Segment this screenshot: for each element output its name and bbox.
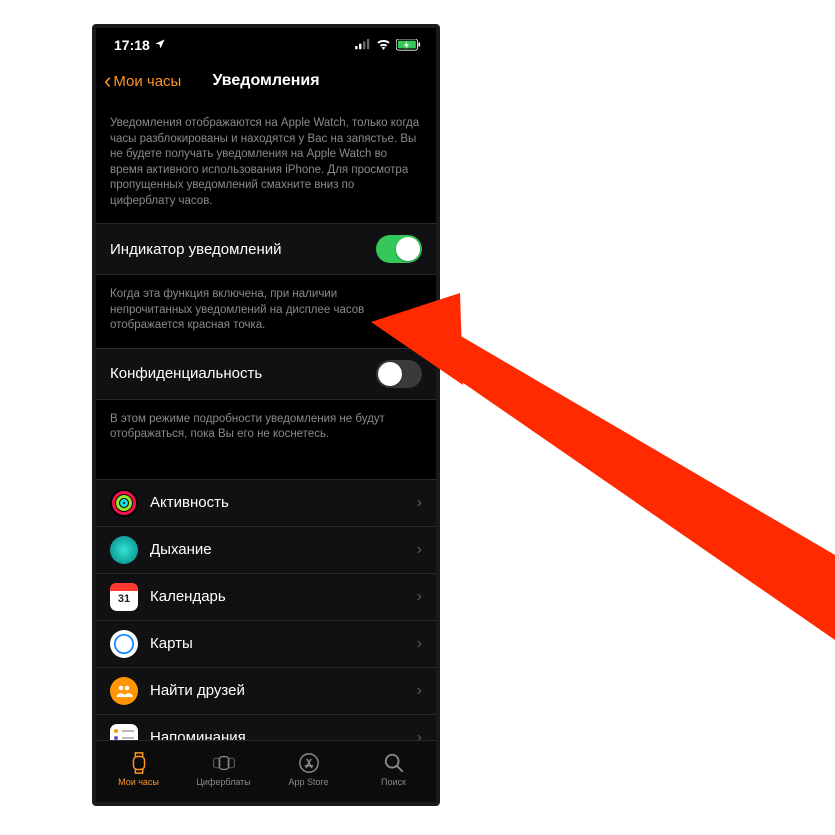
app-row-activity[interactable]: Активность › <box>96 479 436 527</box>
faces-icon <box>212 751 236 775</box>
app-list: Активность › Дыхание › Календарь › Карты… <box>96 479 436 740</box>
chevron-right-icon: › <box>417 541 422 559</box>
status-time: 17:18 <box>114 37 150 53</box>
app-row-calendar[interactable]: Календарь › <box>96 574 436 621</box>
app-row-friends[interactable]: Найти друзей › <box>96 668 436 715</box>
tab-search[interactable]: Поиск <box>351 741 436 796</box>
chevron-left-icon: ‹ <box>104 70 111 92</box>
calendar-icon <box>110 583 138 611</box>
search-icon <box>382 751 406 775</box>
breathe-icon <box>110 536 138 564</box>
chevron-right-icon: › <box>417 494 422 512</box>
phone-frame: 17:18 ‹ Мои часы Уведомления Уведомления… <box>92 24 440 806</box>
app-row-reminders[interactable]: Напоминания › <box>96 715 436 740</box>
chevron-right-icon: › <box>417 635 422 653</box>
notification-indicator-desc: Когда эта функция включена, при наличии … <box>96 275 436 348</box>
content-scroll[interactable]: Уведомления отображаются на Apple Watch,… <box>96 104 436 740</box>
privacy-row: Конфиденциальность <box>96 348 436 400</box>
tab-label: Мои часы <box>118 777 159 787</box>
app-label: Найти друзей <box>150 682 417 699</box>
reminders-icon <box>110 724 138 740</box>
privacy-desc: В этом режиме подробности уведомления не… <box>96 400 436 457</box>
battery-icon <box>396 39 422 51</box>
app-label: Напоминания <box>150 729 417 740</box>
notification-indicator-toggle[interactable] <box>376 235 422 263</box>
find-friends-icon <box>110 677 138 705</box>
back-button[interactable]: ‹ Мои часы <box>104 70 181 92</box>
app-label: Карты <box>150 635 417 652</box>
app-label: Дыхание <box>150 541 417 558</box>
tab-faces[interactable]: Циферблаты <box>181 741 266 796</box>
app-row-breathe[interactable]: Дыхание › <box>96 527 436 574</box>
chevron-right-icon: › <box>417 588 422 606</box>
app-label: Календарь <box>150 588 417 605</box>
chevron-right-icon: › <box>417 682 422 700</box>
notification-indicator-label: Индикатор уведомлений <box>110 241 282 258</box>
location-services-icon <box>154 37 166 53</box>
app-row-maps[interactable]: Карты › <box>96 621 436 668</box>
privacy-toggle[interactable] <box>376 360 422 388</box>
wifi-icon <box>376 37 391 53</box>
notification-indicator-row: Индикатор уведомлений <box>96 223 436 275</box>
activity-icon <box>110 489 138 517</box>
intro-description: Уведомления отображаются на Apple Watch,… <box>96 104 436 223</box>
tab-appstore[interactable]: App Store <box>266 741 351 796</box>
nav-bar: ‹ Мои часы Уведомления <box>96 58 436 104</box>
watch-icon <box>127 751 151 775</box>
tab-label: App Store <box>288 777 328 787</box>
app-label: Активность <box>150 494 417 511</box>
tab-label: Поиск <box>381 777 406 787</box>
status-bar: 17:18 <box>96 28 436 58</box>
chevron-right-icon: › <box>417 729 422 740</box>
tab-bar: Мои часы Циферблаты App Store Поиск <box>96 740 436 802</box>
appstore-icon <box>297 751 321 775</box>
back-label: Мои часы <box>113 73 181 90</box>
tab-my-watch[interactable]: Мои часы <box>96 741 181 796</box>
privacy-label: Конфиденциальность <box>110 365 262 382</box>
cellular-icon <box>355 37 371 53</box>
maps-icon <box>110 630 138 658</box>
tab-label: Циферблаты <box>196 777 251 787</box>
